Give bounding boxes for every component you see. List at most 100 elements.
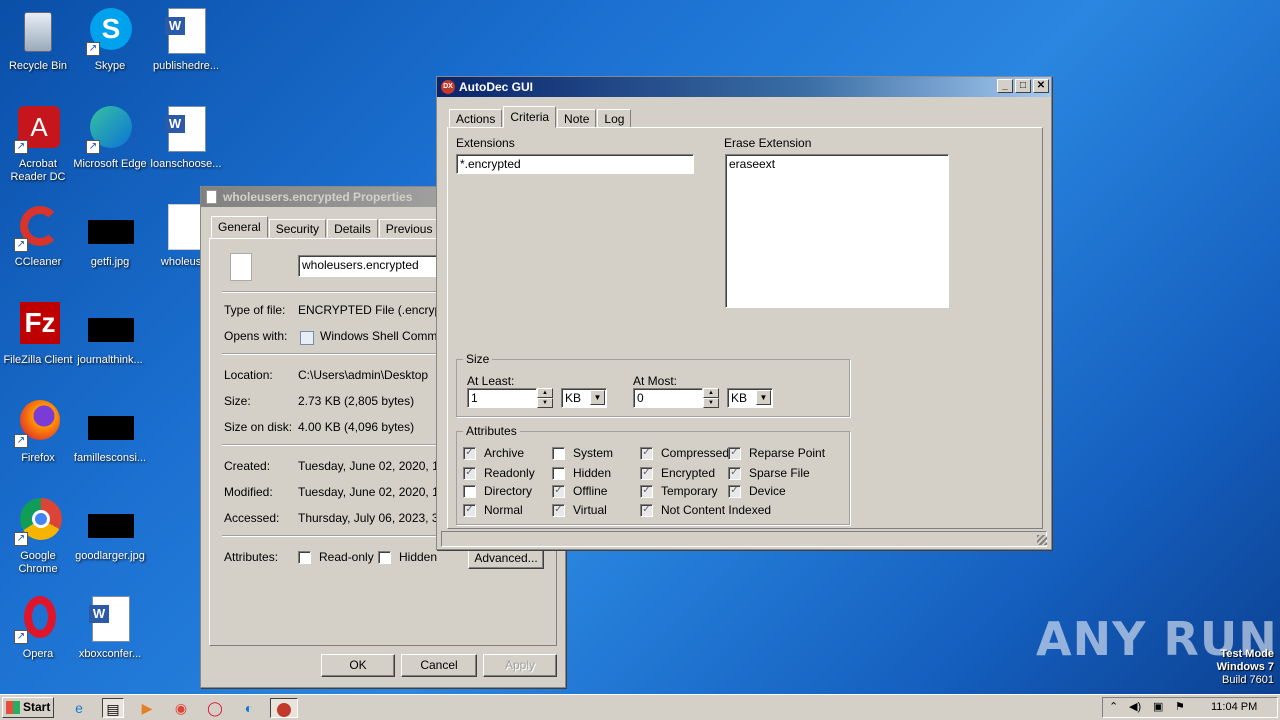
taskbar: Start e ▤ ▶ ◉ ◯ ◐ ⌃ ◀) ▣ ⚑ 11:04 PM xyxy=(0,694,1280,720)
edge-taskbar-icon[interactable]: ◐ xyxy=(238,698,260,718)
autodec-app-icon: DX xyxy=(441,80,455,94)
size-on-disk-value: 4.00 KB (4,096 bytes) xyxy=(298,420,415,434)
size-label: Size: xyxy=(224,394,251,408)
encrypted-checkbox[interactable]: ✓ Encrypted xyxy=(640,466,715,480)
erase-extension-textarea[interactable]: eraseext xyxy=(725,154,949,308)
desktop-icon-acrobat[interactable]: A ↗ Acrobat Reader DC xyxy=(0,106,76,184)
desktop-icon-opera[interactable]: ↗ Opera xyxy=(0,596,76,661)
opera-taskbar-icon[interactable]: ◯ xyxy=(204,698,226,718)
opera-icon: ↗ xyxy=(14,596,62,644)
temporary-checkbox[interactable]: ✓ Temporary xyxy=(640,484,718,498)
maximize-button[interactable]: □ xyxy=(1015,79,1031,93)
hidden-checkbox[interactable]: Hidden xyxy=(552,466,611,480)
tab-details[interactable]: Details xyxy=(327,219,378,238)
clock[interactable]: 11:04 PM xyxy=(1211,701,1257,713)
tray-expand-icon[interactable]: ⌃ xyxy=(1109,700,1118,713)
desktop-icon-journalthink[interactable]: journalthink... xyxy=(72,302,148,367)
readonly-checkbox[interactable]: ✓ Readonly xyxy=(463,466,535,480)
compressed-checkbox[interactable]: ✓ Compressed xyxy=(640,446,729,460)
at-most-input[interactable]: 0 xyxy=(633,388,703,408)
at-most-spinner[interactable]: ▲ ▼ xyxy=(703,388,719,408)
tab-criteria[interactable]: Criteria xyxy=(503,106,557,128)
device-checkbox[interactable]: ✓ Device xyxy=(728,484,786,498)
file-icon xyxy=(206,190,217,204)
desktop-icon-skype[interactable]: S ↗ Skype xyxy=(72,8,148,73)
advanced-button[interactable]: Advanced... xyxy=(468,547,544,569)
shortcut-arrow-icon: ↗ xyxy=(14,630,28,644)
spin-down-icon[interactable]: ▼ xyxy=(703,398,719,408)
directory-checkbox[interactable]: Directory xyxy=(463,484,532,498)
volume-icon[interactable]: ◀) xyxy=(1129,700,1141,713)
tab-log[interactable]: Log xyxy=(597,109,632,128)
desktop-icon-publishedre[interactable]: W publishedre... xyxy=(148,8,224,73)
shortcut-arrow-icon: ↗ xyxy=(14,140,28,154)
desktop-icon-recycle-bin[interactable]: Recycle Bin xyxy=(0,8,76,73)
desktop-icon-filezilla[interactable]: Fz FileZilla Client xyxy=(0,302,76,367)
windows-flag-icon xyxy=(6,701,20,714)
network-icon[interactable]: ▣ xyxy=(1153,700,1163,713)
chrome-taskbar-icon[interactable]: ◉ xyxy=(170,698,192,718)
chevron-down-icon[interactable]: ▼ xyxy=(590,390,605,405)
desktop-icon-famillesconsi[interactable]: famillesconsi... xyxy=(72,400,148,465)
system-tray: ⌃ ◀) ▣ ⚑ 11:04 PM xyxy=(1102,697,1278,718)
chevron-down-icon[interactable]: ▼ xyxy=(756,390,771,405)
at-least-input[interactable]: 1 xyxy=(467,388,537,408)
minimize-button[interactable]: _ xyxy=(997,79,1013,93)
explorer-icon[interactable]: ▤ xyxy=(102,698,124,718)
desktop-icon-edge[interactable]: ↗ Microsoft Edge xyxy=(72,106,148,171)
spin-down-icon[interactable]: ▼ xyxy=(537,398,553,408)
desktop-icon-xboxconfer[interactable]: W xboxconfer... xyxy=(72,596,148,661)
type-label: Type of file: xyxy=(224,303,286,317)
action-center-icon[interactable]: ⚑ xyxy=(1175,700,1185,713)
attributes-label: Attributes: xyxy=(224,550,279,564)
normal-checkbox[interactable]: ✓ Normal xyxy=(463,503,523,517)
desktop-icon-loanschoose[interactable]: W loanschoose... xyxy=(148,106,224,171)
reparse-point-checkbox[interactable]: ✓ Reparse Point xyxy=(728,446,825,460)
tab-security[interactable]: Security xyxy=(268,219,327,238)
image-thumbnail-icon xyxy=(86,204,134,252)
ie-icon[interactable]: e xyxy=(68,698,90,718)
hidden-checkbox[interactable]: Hidden xyxy=(378,550,437,564)
archive-checkbox[interactable]: ✓ Archive xyxy=(463,446,524,460)
sparse-file-checkbox[interactable]: ✓ Sparse File xyxy=(728,466,810,480)
ok-button[interactable]: OK xyxy=(321,654,395,677)
filezilla-icon: Fz xyxy=(14,302,62,350)
autodec-titlebar[interactable]: DX AutoDec GUI _ □ ✕ xyxy=(437,77,1051,97)
desktop-icon-ccleaner[interactable]: ↗ CCleaner xyxy=(0,204,76,269)
test-mode-text: Test Mode Windows 7 Build 7601 xyxy=(1216,648,1274,686)
media-player-icon[interactable]: ▶ xyxy=(136,698,158,718)
modified-label: Modified: xyxy=(224,485,273,499)
at-least-unit-select[interactable]: KB ▼ xyxy=(561,388,607,408)
not-content-indexed-checkbox[interactable]: ✓ Not Content Indexed xyxy=(640,503,771,517)
resize-grip-icon[interactable] xyxy=(1037,535,1047,545)
spin-up-icon[interactable]: ▲ xyxy=(537,388,553,398)
tab-actions[interactable]: Actions xyxy=(449,109,503,128)
tab-note[interactable]: Note xyxy=(557,109,597,128)
at-most-unit-select[interactable]: KB ▼ xyxy=(727,388,773,408)
autodec-taskbar-icon[interactable] xyxy=(270,698,298,718)
shortcut-arrow-icon: ↗ xyxy=(14,532,28,546)
extensions-input[interactable]: *.encrypted xyxy=(456,154,694,174)
image-thumbnail-icon xyxy=(86,498,134,546)
opens-with-label: Opens with: xyxy=(224,329,288,343)
attributes-group: Attributes ✓ Archive System ✓ Compressed ✓… xyxy=(456,424,850,525)
cancel-button[interactable]: Cancel xyxy=(401,654,477,677)
chrome-icon: ↗ xyxy=(14,498,62,546)
at-least-spinner[interactable]: ▲ ▼ xyxy=(537,388,553,408)
system-checkbox[interactable]: System xyxy=(552,446,613,460)
apply-button[interactable]: Apply xyxy=(483,654,557,677)
desktop-icon-firefox[interactable]: ↗ Firefox xyxy=(0,400,76,465)
word-doc-icon: W xyxy=(86,596,134,644)
virtual-checkbox[interactable]: ✓ Virtual xyxy=(552,503,607,517)
desktop-icon-goodlarger[interactable]: goodlarger.jpg xyxy=(72,498,148,563)
start-button[interactable]: Start xyxy=(2,697,54,718)
desktop-icon-getfi[interactable]: getfi.jpg xyxy=(72,204,148,269)
tab-general[interactable]: General xyxy=(211,216,268,238)
edge-icon: ↗ xyxy=(86,106,134,154)
desktop-icon-chrome[interactable]: ↗ Google Chrome xyxy=(0,498,76,576)
close-button[interactable]: ✕ xyxy=(1033,79,1049,93)
image-thumbnail-icon xyxy=(86,400,134,448)
spin-up-icon[interactable]: ▲ xyxy=(703,388,719,398)
offline-checkbox[interactable]: ✓ Offline xyxy=(552,484,607,498)
readonly-checkbox[interactable]: Read-only xyxy=(298,550,374,564)
